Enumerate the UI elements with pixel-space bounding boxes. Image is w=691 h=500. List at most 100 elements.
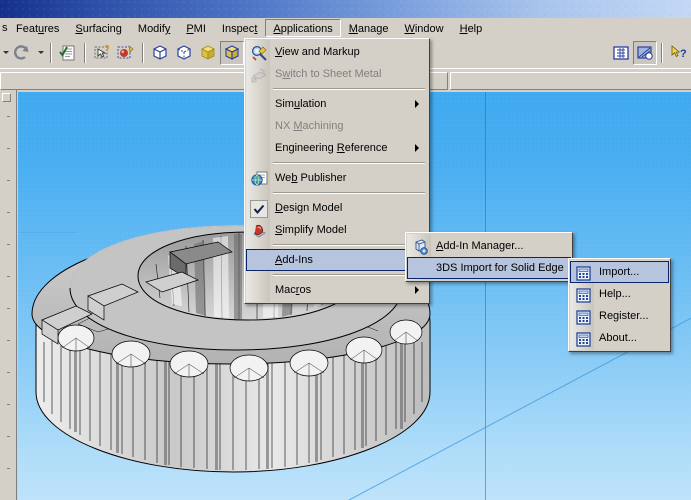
toolbar-tray-right: [450, 72, 691, 90]
menu-item-label: Macros: [275, 284, 312, 296]
dock-tick: [7, 244, 10, 245]
addin-manager-icon: [411, 238, 429, 256]
cube-shaded-edges-icon: [224, 44, 240, 60]
menu-item-label: About...: [599, 332, 637, 344]
menu-item-view-and-markup[interactable]: View and Markup: [246, 41, 428, 63]
calculator-grid-icon: [574, 286, 592, 304]
menu-separator-3: [273, 192, 425, 194]
dock-tick: [7, 116, 10, 117]
addins-submenu[interactable]: Add-In Manager... 3DS Import for Solid Ed…: [405, 232, 578, 282]
menu-item-simplify-model[interactable]: Simplify Model: [246, 219, 428, 241]
dock-tick: [7, 372, 10, 373]
menu-item-label: Simplify Model: [275, 224, 347, 236]
help-arrow-question-icon: ?: [671, 44, 687, 60]
help-pointer-button[interactable]: ?: [667, 41, 691, 65]
document-properties-icon: [59, 45, 75, 60]
menu-item-macros[interactable]: Macros: [246, 279, 428, 301]
dock-tick: [7, 180, 10, 181]
menu-item-label: NX Machining: [275, 120, 344, 132]
title-bar-texture: [0, 0, 691, 18]
menu-item-add-in-manager[interactable]: Add-In Manager...: [407, 235, 571, 257]
menu-item-label: Add-Ins: [275, 254, 313, 266]
dock-resize-handle[interactable]: [2, 93, 11, 102]
menu-separator-2: [273, 162, 425, 164]
submenu-arrow-icon: [415, 100, 419, 108]
menu-item-label: 3DS Import for Solid Edge: [436, 262, 564, 274]
menu-item-label: Web Publisher: [275, 172, 347, 184]
3ds-import-submenu[interactable]: Import... Help... Register... About...: [568, 258, 671, 352]
cube-hidden-edge-icon: [177, 44, 191, 60]
redo-button[interactable]: [11, 41, 35, 65]
fit-frame-icon: [613, 45, 629, 60]
redo-dropdown-arrow[interactable]: [35, 41, 46, 65]
menu-applications[interactable]: Applications: [265, 19, 341, 37]
shaded-solid-button[interactable]: [196, 41, 220, 65]
redo-arrow-icon: [14, 44, 29, 60]
menu-separator-5: [273, 274, 425, 276]
menu-item-help[interactable]: Help...: [570, 283, 669, 305]
menu-item-about[interactable]: About...: [570, 327, 669, 349]
simplify-model-icon: [250, 222, 268, 240]
menu-pmi[interactable]: PMI: [178, 19, 214, 37]
applications-dropdown[interactable]: View and Markup Switch to Sheet Metal Simu…: [244, 38, 430, 304]
menu-separator-4: [273, 244, 425, 246]
menu-bar: s Features Surfacing Modify PMI Inspect Appli…: [0, 18, 691, 38]
menu-item-register[interactable]: Register...: [570, 305, 669, 327]
menu-item-nx-machining: NX Machining: [246, 115, 428, 137]
menu-features[interactable]: Features: [8, 19, 67, 37]
svg-text:?: ?: [680, 48, 687, 60]
properties-button[interactable]: [56, 41, 80, 65]
menu-item-3ds-import-for-solid-edge[interactable]: 3DS Import for Solid Edge: [407, 257, 578, 279]
calculator-grid-icon: [574, 308, 592, 326]
menu-window[interactable]: Window: [396, 19, 451, 37]
paint-tool-button[interactable]: [114, 41, 138, 65]
calculator-grid-icon: [574, 330, 592, 348]
menu-modify[interactable]: Modify: [130, 19, 178, 37]
cube-wireframe-icon: [153, 44, 167, 60]
undo-dropdown-arrow[interactable]: [0, 41, 11, 65]
menu-item-add-ins[interactable]: Add-Ins: [246, 249, 428, 271]
chevron-down-icon: [37, 51, 44, 54]
select-tool-button[interactable]: [90, 41, 114, 65]
sheet-metal-icon: [250, 66, 268, 84]
separator-4: [661, 42, 663, 63]
menu-item-label: Register...: [599, 310, 649, 322]
menu-item-simulation[interactable]: Simulation: [246, 93, 428, 115]
menu-item-engineering-reference[interactable]: Engineering Reference: [246, 137, 428, 159]
menu-item-label: View and Markup: [275, 46, 360, 58]
cube-solid-yellow-icon: [201, 45, 215, 60]
menu-help[interactable]: Help: [452, 19, 491, 37]
shaded-edges-button[interactable]: [220, 40, 244, 65]
paint-sphere-icon: [117, 44, 134, 58]
dock-tick: [7, 212, 10, 213]
menu-inspect[interactable]: Inspect: [214, 19, 265, 37]
render-shade-icon: [637, 45, 653, 60]
menu-manage[interactable]: Manage: [341, 19, 397, 37]
menu-item-label: Switch to Sheet Metal: [275, 68, 382, 80]
submenu-arrow-icon: [415, 286, 419, 294]
dock-tick: [7, 436, 10, 437]
render-view-button[interactable]: [633, 40, 657, 65]
dock-tick: [7, 404, 10, 405]
dock-tick: [7, 468, 10, 469]
menu-item-import[interactable]: Import...: [570, 261, 669, 283]
separator-2: [84, 42, 86, 63]
menu-surfacing[interactable]: Surfacing: [67, 19, 129, 37]
separator-3: [142, 42, 144, 63]
menu-item-web-publisher[interactable]: Web Publisher: [246, 167, 428, 189]
menu-item-label: Import...: [599, 266, 640, 278]
left-dock-strip[interactable]: [0, 90, 17, 500]
calculator-grid-icon: [574, 264, 592, 282]
checkmark-icon: [250, 200, 268, 218]
menu-bar-clipped-item: s: [2, 22, 8, 34]
dock-tick: [7, 148, 10, 149]
menu-item-switch-to-sheet-metal: Switch to Sheet Metal: [246, 63, 428, 85]
dock-tick: [7, 276, 10, 277]
view-markup-icon: [250, 44, 268, 62]
menu-item-design-model[interactable]: Design Model: [246, 197, 428, 219]
shaded-view-button[interactable]: [148, 41, 172, 65]
menu-item-label: Help...: [599, 288, 631, 300]
menu-separator-1: [273, 88, 425, 90]
hidden-edge-view-button[interactable]: [172, 41, 196, 65]
fit-view-button[interactable]: [609, 41, 633, 65]
